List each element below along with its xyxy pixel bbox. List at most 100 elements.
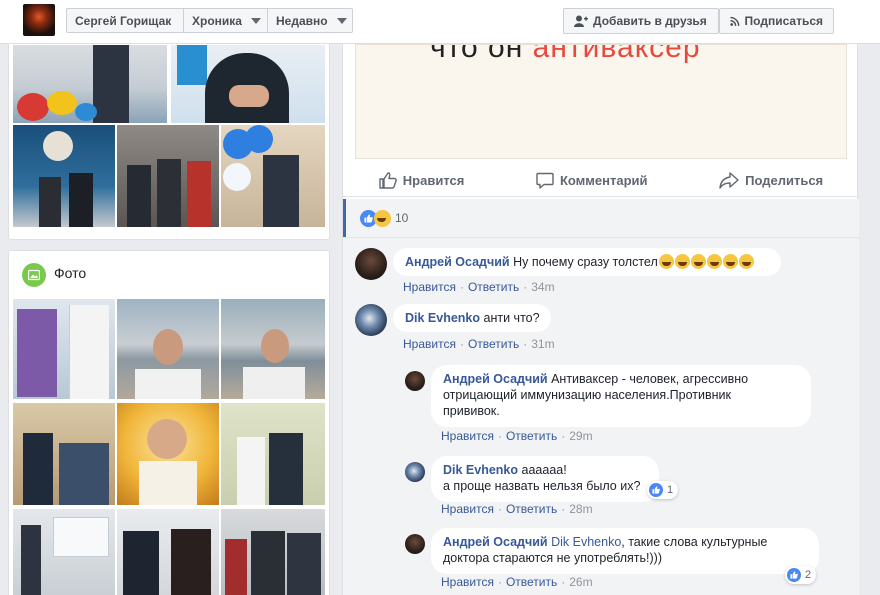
photo-thumbnail[interactable] — [117, 299, 219, 399]
comment-bubble: Dik Evhenko анти что? — [393, 304, 551, 332]
laughing-emoji — [674, 254, 690, 269]
photo-thumbnail[interactable] — [221, 509, 325, 595]
subscribe-label: Подписаться — [744, 14, 823, 28]
comment-meta: Нравится · Ответить · 31m — [403, 337, 555, 351]
comment-button[interactable]: Комментарий — [536, 172, 648, 189]
photo-thumbnail[interactable] — [13, 299, 115, 399]
reply-meta: Нравится · Ответить · 26m — [441, 575, 593, 589]
comment-reply-link[interactable]: Ответить — [468, 280, 519, 294]
comment-like-link[interactable]: Нравится — [441, 429, 494, 443]
comment-like-link[interactable]: Нравится — [441, 575, 494, 589]
thumbs-up-icon — [379, 172, 397, 189]
comment-author[interactable]: Андрей Осадчий — [405, 255, 510, 269]
reply-bubble: Андрей Осадчий Dik Evhenko, такие слова … — [431, 528, 819, 574]
comment-reply-link[interactable]: Ответить — [506, 575, 557, 589]
timeline-label: Хроника — [192, 13, 242, 28]
comment-meta: Нравится · Ответить · 34m — [403, 280, 555, 294]
comment-avatar[interactable] — [355, 304, 387, 336]
comment-author[interactable]: Андрей Осадчий — [443, 372, 548, 386]
add-friend-icon — [574, 15, 588, 27]
profile-top-bar: Сергей Горищак Хроника Недавно Добавить … — [0, 0, 880, 44]
like-reaction-icon — [787, 568, 801, 582]
haha-reaction-icon — [374, 209, 391, 227]
comment-like-link[interactable]: Нравится — [441, 502, 494, 516]
comment-avatar[interactable] — [355, 248, 387, 280]
comment-time[interactable]: 34m — [531, 280, 554, 294]
photo-thumbnail[interactable] — [13, 509, 115, 595]
comment-text: , такие слова культурные — [621, 535, 768, 549]
comments-section: Андрей Осадчий Ну почему сразу толстел Н… — [343, 237, 859, 595]
laughing-emoji — [690, 254, 706, 269]
add-friend-button[interactable]: Добавить в друзья — [563, 8, 719, 34]
reply-bubble: Dik Evhenko аааааа! а проще назвать нель… — [431, 456, 659, 502]
laughing-emoji — [738, 254, 754, 269]
profile-name: Сергей Горищак — [75, 13, 172, 28]
comment-reply-link[interactable]: Ответить — [506, 502, 557, 516]
comment-time[interactable]: 28m — [569, 502, 592, 516]
like-label: Нравится — [402, 173, 465, 188]
reply-avatar[interactable] — [405, 534, 425, 554]
reaction-count: 10 — [395, 211, 409, 225]
comment-text: Антиваксер - человек, агрессивно — [551, 372, 749, 386]
photo-thumbnail[interactable] — [117, 403, 219, 505]
photos-card: Фото — [8, 250, 330, 595]
reply-reactions-badge[interactable]: 2 — [785, 566, 817, 584]
comment-author[interactable]: Dik Evhenko — [405, 311, 480, 325]
comment-time[interactable]: 31m — [531, 337, 554, 351]
subscribe-button[interactable]: Подписаться — [719, 8, 834, 34]
comment-reply-link[interactable]: Ответить — [506, 429, 557, 443]
featured-photo[interactable] — [117, 125, 219, 227]
reactions-summary[interactable]: 10 — [343, 199, 859, 237]
comment-text-line: доктора стараются не употреблять!))) — [443, 551, 663, 565]
comment-author[interactable]: Dik Evhenko — [443, 463, 518, 477]
reply-reactions-badge[interactable]: 1 — [647, 481, 679, 499]
chevron-down-icon — [250, 17, 261, 24]
photo-thumbnail[interactable] — [117, 509, 219, 595]
comment-reply-link[interactable]: Ответить — [468, 337, 519, 351]
post-image-text-prefix: что он — [430, 44, 524, 64]
comment-text-line: прививок. — [443, 404, 500, 418]
post-actions: Нравится Комментарий Поделиться — [343, 165, 859, 197]
comment-time[interactable]: 29m — [569, 429, 592, 443]
reaction-count: 1 — [667, 484, 674, 496]
post-card: что он антиваксер Нравится Комментарий П… — [342, 44, 859, 595]
comment-label: Комментарий — [559, 173, 648, 188]
share-label: Поделиться — [745, 173, 824, 188]
reply-avatar[interactable] — [405, 462, 425, 482]
comment-bubble: Андрей Осадчий Ну почему сразу толстел — [393, 248, 781, 276]
photos-icon — [22, 263, 46, 287]
timeline-dropdown[interactable]: Хроника — [183, 8, 268, 33]
share-icon — [719, 172, 739, 189]
laughing-emoji — [706, 254, 722, 269]
share-button[interactable]: Поделиться — [719, 172, 823, 189]
add-friend-label: Добавить в друзья — [593, 14, 707, 28]
featured-photo[interactable] — [13, 45, 167, 123]
reply-meta: Нравится · Ответить · 28m — [441, 502, 593, 516]
comment-author[interactable]: Андрей Осадчий — [443, 535, 548, 549]
photo-thumbnail[interactable] — [221, 403, 325, 505]
like-reaction-icon — [649, 483, 663, 497]
profile-name-link[interactable]: Сергей Горищак — [66, 8, 184, 33]
comment-text: аааааа! — [521, 463, 567, 477]
comment-time[interactable]: 26m — [569, 575, 592, 589]
featured-photo[interactable] — [13, 125, 115, 227]
photo-thumbnail[interactable] — [13, 403, 115, 505]
featured-photo[interactable] — [171, 45, 325, 123]
comment-icon — [536, 172, 554, 189]
comment-mention[interactable]: Dik Evhenko — [551, 535, 621, 549]
reply-avatar[interactable] — [405, 371, 425, 391]
post-image[interactable]: что он антиваксер — [355, 44, 847, 159]
comment-like-link[interactable]: Нравится — [403, 280, 456, 294]
rss-icon — [730, 16, 740, 26]
comment-like-link[interactable]: Нравится — [403, 337, 456, 351]
profile-avatar[interactable] — [23, 4, 55, 36]
post-image-text: что он антиваксер — [430, 44, 701, 65]
featured-photos-card — [8, 30, 330, 240]
photo-thumbnail[interactable] — [221, 299, 325, 399]
comment-text: анти что? — [483, 311, 540, 325]
featured-photo[interactable] — [221, 125, 325, 227]
recent-dropdown[interactable]: Недавно — [267, 8, 353, 33]
reaction-count: 2 — [805, 569, 812, 581]
like-button[interactable]: Нравится — [379, 172, 465, 189]
post-image-text-highlight: антиваксер — [532, 44, 701, 64]
